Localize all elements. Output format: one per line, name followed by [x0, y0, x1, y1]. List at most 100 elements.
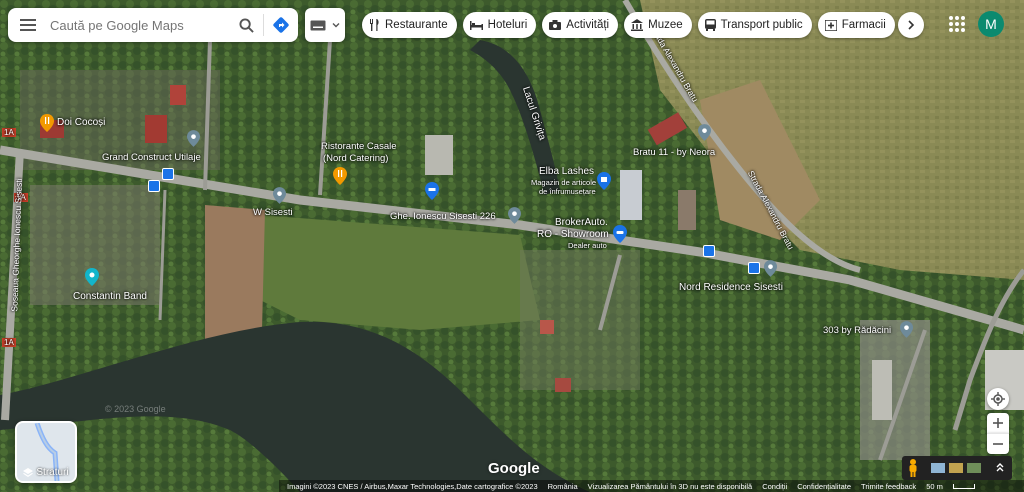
my-location-button[interactable] — [987, 388, 1009, 410]
place-label-line2: (Nord Catering) — [323, 153, 389, 164]
footer-inner: Imagini ©2023 CNES / Airbus,Maxar Techno… — [279, 480, 1024, 492]
menu-button[interactable] — [8, 8, 48, 42]
expand-icon[interactable] — [995, 462, 1005, 474]
my-location-icon — [991, 392, 1005, 406]
place-label: Nord Residence Sisesti — [679, 282, 783, 293]
place-grand-construct[interactable]: Grand Construct Utilaje — [102, 130, 201, 163]
chips-next-button[interactable] — [898, 12, 924, 38]
chip-restaurants[interactable]: Restaurante — [362, 12, 457, 38]
place-label: Ghe. Ionescu Sisesti 226 — [390, 211, 496, 222]
scale-label[interactable]: 50 m — [926, 482, 943, 491]
keyboard-icon — [310, 20, 326, 30]
place-ghe-ionescu-226[interactable]: Ghe. Ionescu Sisesti 226 — [390, 207, 521, 229]
account-avatar[interactable]: M — [978, 11, 1004, 37]
place-w-sisesti[interactable]: W Sisesti — [253, 187, 293, 218]
car-dealer-pin-icon — [613, 225, 627, 243]
bus-stop-icon[interactable] — [748, 262, 760, 274]
street-view-bar — [902, 456, 1012, 480]
place-brokerauto[interactable]: BrokerAuto. RO - Showroom Dealer auto — [537, 217, 627, 250]
place-pin-icon — [900, 321, 913, 338]
chevron-right-icon — [908, 20, 915, 30]
zoom-out-button[interactable] — [987, 433, 1009, 454]
chip-museums[interactable]: Muzee — [624, 12, 692, 38]
imagery-thumb-3[interactable] — [967, 463, 981, 473]
bare-plot — [205, 205, 265, 340]
place-label-line1: Ristorante Casale — [321, 141, 397, 152]
map-watermark: © 2023 Google — [105, 404, 166, 414]
search-input[interactable] — [48, 16, 229, 34]
feedback-link[interactable]: Trimite feedback — [861, 482, 916, 491]
place-nord-residence[interactable]: Nord Residence Sisesti — [679, 260, 783, 293]
minus-icon — [993, 443, 1003, 445]
directions-button[interactable] — [264, 8, 298, 42]
place-label: 303 by Rădăcini — [823, 325, 892, 336]
chip-public-transport[interactable]: Transport public — [697, 12, 812, 38]
view-3d-note[interactable]: Vizualizarea Pământului în 3D nu este di… — [588, 482, 753, 491]
search-box — [8, 8, 298, 42]
chip-label: Restaurante — [385, 19, 448, 31]
chip-activities[interactable]: Activități — [542, 12, 619, 38]
imagery-thumb-1[interactable] — [931, 463, 945, 473]
directions-icon — [273, 17, 289, 33]
input-tools-button[interactable] — [305, 8, 345, 42]
place-sublabel-1: Magazin de articole — [531, 178, 597, 187]
place-pin-icon — [187, 130, 200, 147]
chip-label: Farmacii — [841, 19, 886, 31]
chip-label: Transport public — [720, 19, 803, 31]
zoom-in-button[interactable] — [987, 413, 1009, 433]
layers-label: Straturi — [36, 467, 69, 478]
bus-stop-icon[interactable] — [703, 245, 715, 257]
imagery-attribution: Imagini ©2023 CNES / Airbus,Maxar Techno… — [287, 481, 538, 491]
place-label-line1: BrokerAuto. — [555, 217, 608, 228]
place-constantin-band[interactable]: Constantin Band — [73, 268, 147, 302]
place-doi-cocosi[interactable]: Doi Cocoși — [40, 114, 105, 137]
pharmacy-icon — [824, 19, 837, 31]
pegman-icon[interactable] — [907, 459, 919, 477]
search-icon — [238, 17, 254, 33]
layers-label-row: Straturi — [17, 467, 75, 478]
scale-bar — [952, 483, 975, 489]
place-label-line2: RO - Showroom — [537, 229, 609, 240]
place-pin-icon — [764, 260, 777, 277]
footer-bar: Imagini ©2023 CNES / Airbus,Maxar Techno… — [0, 480, 1024, 492]
google-logo: Google — [488, 460, 540, 477]
terms-link[interactable]: Condiții — [762, 482, 787, 491]
chevron-down-icon — [332, 23, 340, 28]
place-label: W Sisesti — [253, 207, 293, 218]
place-elba-lashes[interactable]: Elba Lashes Magazin de articole de înfru… — [531, 166, 611, 196]
restaurant-pin-icon — [40, 114, 54, 132]
place-label: Doi Cocoși — [57, 117, 106, 128]
bed-icon — [469, 21, 483, 30]
place-hotel[interactable] — [425, 182, 439, 205]
imagery-thumb-2[interactable] — [949, 463, 963, 473]
satellite-map[interactable] — [0, 0, 1024, 492]
shopping-pin-icon — [597, 172, 611, 190]
hamburger-menu-icon — [20, 19, 36, 31]
privacy-link[interactable]: Confidențialitate — [797, 482, 851, 491]
place-pin-icon — [273, 187, 286, 204]
place-pin-icon — [698, 124, 711, 141]
hotel-pin-icon — [425, 182, 439, 200]
place-bratu-11[interactable]: Bratu 11 - by Neora — [633, 124, 715, 158]
chip-hotels[interactable]: Hoteluri — [462, 12, 537, 38]
search-button[interactable] — [229, 8, 263, 42]
place-sublabel-2: de înfrumusețare — [539, 187, 596, 196]
camera-icon — [549, 20, 562, 30]
bus-stop-icon[interactable] — [162, 168, 174, 180]
museum-icon — [631, 19, 644, 31]
bus-stop-icon[interactable] — [148, 180, 160, 192]
road-label-1a-north: 1A — [2, 128, 16, 137]
plus-icon — [993, 418, 1003, 428]
place-pin-icon — [508, 207, 521, 224]
place-label: Bratu 11 - by Neora — [633, 147, 716, 158]
country-link[interactable]: România — [548, 482, 578, 491]
place-ristorante-casale[interactable]: Ristorante Casale (Nord Catering) — [321, 141, 397, 190]
chip-pharmacies[interactable]: Farmacii — [817, 12, 895, 38]
music-pin-icon — [85, 268, 99, 286]
place-label: Constantin Band — [73, 291, 147, 302]
road-label-1a-south: 1A — [2, 338, 16, 347]
place-radacini[interactable]: 303 by Rădăcini — [823, 321, 913, 343]
layers-button[interactable]: Straturi — [15, 421, 77, 483]
category-chips: Restaurante Hoteluri Activități Muzee Tr… — [362, 12, 895, 38]
google-apps-button[interactable] — [946, 13, 968, 35]
